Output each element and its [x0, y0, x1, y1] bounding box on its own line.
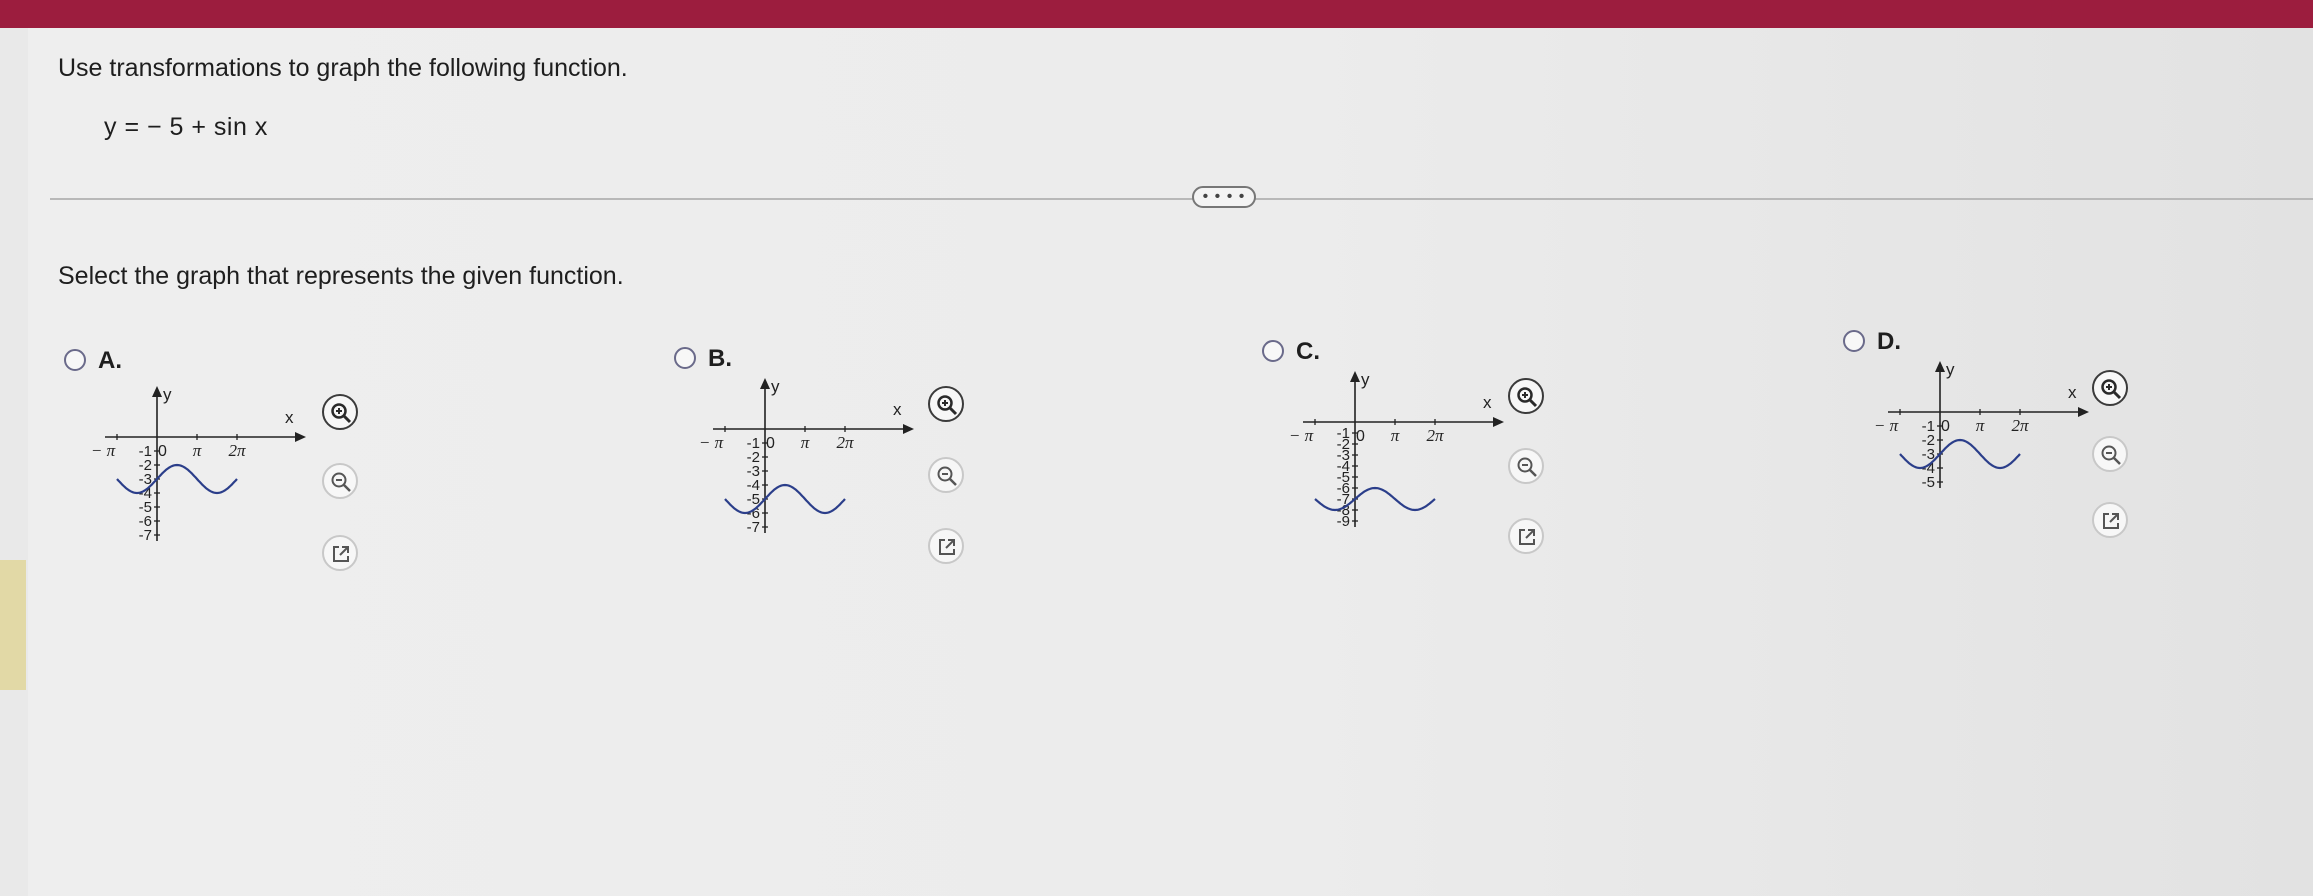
- zoom-in-icon: [2101, 379, 2122, 400]
- x-axis-label: x: [2068, 383, 2077, 402]
- graph-curve: [1899, 438, 2021, 470]
- x-tick-label: − π: [1874, 416, 1899, 435]
- left-highlight: [0, 560, 26, 690]
- y-axis-label: y: [1361, 370, 1370, 389]
- graph-a: yx− π π 2π0-1-2-3-4-5-6-7: [91, 385, 306, 544]
- y-axis-label: y: [1946, 360, 1955, 379]
- zoom-out-icon: [2101, 445, 2121, 465]
- y-axis-label: y: [163, 385, 172, 404]
- x-tick-label: π: [193, 441, 202, 460]
- y-axis-arrow: [152, 386, 162, 397]
- graph-curve: [724, 483, 846, 515]
- graph-d: yx− π π 2π0-1-2-3-4-5: [1874, 360, 2089, 491]
- left-strip: [0, 28, 28, 896]
- x-tick-label: 2π: [2011, 416, 2029, 435]
- y-tick-label: -5: [1922, 474, 1935, 491]
- x-axis-arrow: [2078, 407, 2089, 417]
- zoom-out-icon: [1517, 457, 1537, 477]
- x-axis-label: x: [285, 408, 294, 427]
- zoom-in-button-c[interactable]: [1508, 378, 1544, 414]
- popout-button-d[interactable]: [2092, 502, 2128, 538]
- y-axis-arrow: [1350, 371, 1360, 382]
- graph-curve: [1314, 486, 1436, 512]
- popout-icon: [2103, 513, 2119, 529]
- radio-b[interactable]: [674, 347, 696, 369]
- x-axis-label: x: [1483, 393, 1492, 412]
- zoom-out-button-c[interactable]: [1508, 448, 1544, 484]
- zoom-out-icon: [331, 472, 351, 492]
- x-tick-label: 2π: [1426, 426, 1444, 445]
- y-axis-arrow: [1935, 361, 1945, 372]
- y-tick-label: -7: [139, 527, 152, 544]
- x-tick-label: − π: [91, 441, 116, 460]
- x-tick-label: π: [801, 433, 810, 452]
- graph-b: yx− π π 2π0-1-2-3-4-5-6-7: [699, 377, 914, 536]
- popout-button-c[interactable]: [1508, 518, 1544, 554]
- y-axis-label: y: [771, 377, 780, 396]
- graph-c: yx− π π 2π0-1-2-3-4-5-6-7-8-9: [1289, 370, 1504, 530]
- radio-a[interactable]: [64, 349, 86, 371]
- popout-icon: [1519, 529, 1535, 545]
- section-divider: [50, 198, 2313, 200]
- option-c-label: C.: [1296, 338, 1320, 365]
- popout-button-b[interactable]: [928, 528, 964, 564]
- option-a-label: A.: [98, 347, 122, 374]
- origin-label: 0: [1356, 428, 1365, 445]
- option-b-label: B.: [708, 345, 732, 372]
- zoom-out-button-d[interactable]: [2092, 436, 2128, 472]
- option-d-label: D.: [1877, 328, 1901, 355]
- x-tick-label: π: [1976, 416, 1985, 435]
- zoom-out-icon: [937, 466, 957, 486]
- x-tick-label: − π: [699, 433, 724, 452]
- question-text: Use transformations to graph the followi…: [58, 54, 628, 82]
- popout-icon: [333, 546, 349, 562]
- x-tick-label: 2π: [228, 441, 246, 460]
- popout-icon: [939, 539, 955, 555]
- y-tick-label: -9: [1337, 513, 1350, 530]
- x-tick-label: 2π: [836, 433, 854, 452]
- popout-button-a[interactable]: [322, 535, 358, 571]
- zoom-in-button-d[interactable]: [2092, 370, 2128, 406]
- y-tick-label: -7: [747, 519, 760, 536]
- graph-curve: [116, 463, 238, 495]
- x-axis-label: x: [893, 400, 902, 419]
- x-axis-arrow: [903, 424, 914, 434]
- x-axis-arrow: [1493, 417, 1504, 427]
- x-axis-arrow: [295, 432, 306, 442]
- y-axis-arrow: [760, 378, 770, 389]
- function-expression: y = − 5 + sin x: [104, 113, 268, 141]
- zoom-out-button-a[interactable]: [322, 463, 358, 499]
- top-band: [0, 0, 2313, 28]
- more-button[interactable]: • • • •: [1192, 186, 1256, 208]
- zoom-in-icon: [937, 395, 958, 416]
- radio-d[interactable]: [1843, 330, 1865, 352]
- zoom-in-button-a[interactable]: [322, 394, 358, 430]
- zoom-in-button-b[interactable]: [928, 386, 964, 422]
- zoom-out-button-b[interactable]: [928, 457, 964, 493]
- zoom-in-icon: [1517, 387, 1538, 408]
- radio-c[interactable]: [1262, 340, 1284, 362]
- zoom-in-icon: [331, 403, 352, 424]
- x-tick-label: π: [1391, 426, 1400, 445]
- x-tick-label: − π: [1289, 426, 1314, 445]
- select-prompt: Select the graph that represents the giv…: [58, 262, 624, 290]
